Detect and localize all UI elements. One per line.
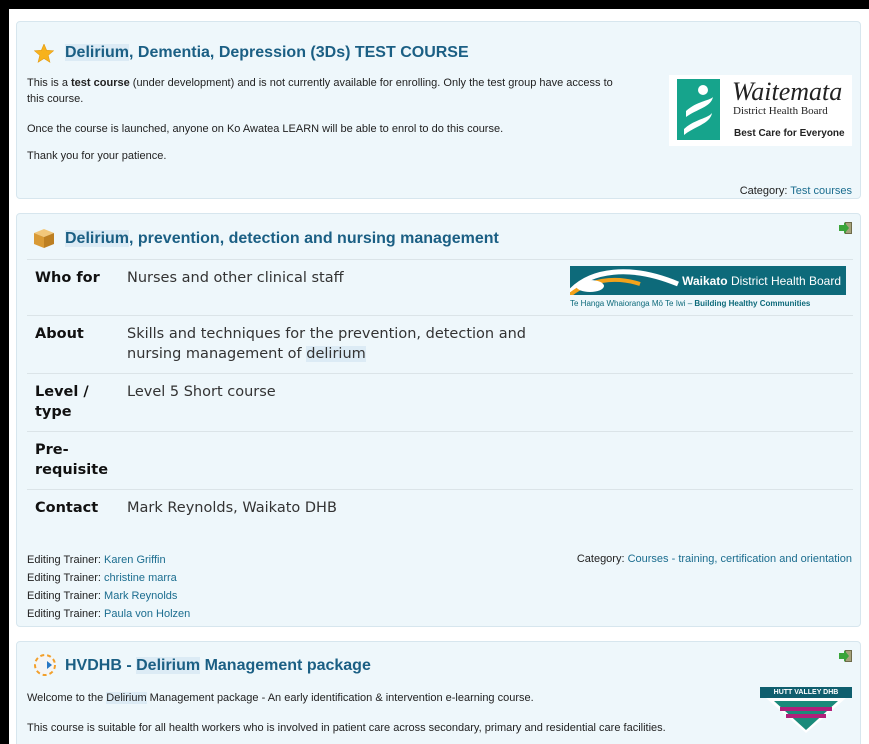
box-icon	[34, 229, 54, 248]
course-title-link[interactable]: Delirium, prevention, detection and nurs…	[65, 230, 499, 248]
course-category: Category: Courses - training, certificat…	[576, 553, 852, 565]
trainer-link[interactable]: Karen Griffin	[104, 554, 166, 566]
category-link[interactable]: Test courses	[790, 185, 852, 197]
course-summary-p1: This is a test course (under development…	[27, 77, 613, 105]
course-title-link[interactable]: HVDHB - Delirium Management package	[65, 657, 371, 675]
waitemata-logo-tagline: Best Care for Everyone	[734, 128, 845, 139]
trainer-item: Editing Trainer: christine marra	[27, 572, 177, 584]
info-value: Mark Reynolds, Waikato DHB	[119, 489, 853, 527]
info-label: Contact	[27, 489, 119, 527]
trainer-link[interactable]: christine marra	[104, 572, 177, 584]
trainer-item: Editing Trainer: Mark Reynolds	[27, 590, 178, 602]
info-label: Pre-requisite	[27, 431, 119, 490]
info-label: Who for	[27, 259, 119, 316]
hutt-valley-logo-name: HUTT VALLEY DHB	[773, 689, 839, 696]
info-label: Level / type	[27, 373, 119, 432]
info-row-about: About Skills and techniques for the prev…	[27, 315, 853, 374]
course-icon	[34, 654, 56, 676]
course-summary-p2: Once the course is launched, anyone on K…	[27, 123, 504, 135]
waitemata-logo-name: Waitemata	[732, 77, 843, 106]
trainer-item: Editing Trainer: Paula von Holzen	[27, 608, 191, 620]
course-summary-p2: This course is suitable for all health w…	[27, 722, 666, 734]
waitemata-logo-sub: District Health Board	[733, 105, 828, 117]
hutt-valley-logo: HUTT VALLEY DHB	[760, 687, 852, 733]
course-card-hvdhb: HVDHB - Delirium Management package Welc…	[16, 641, 861, 744]
waikato-logo: Waikato District Health Board Te Hanga W…	[570, 266, 846, 314]
info-row-level: Level / type Level 5 Short course	[27, 373, 853, 432]
course-card-delirium-prevention: Delirium, prevention, detection and nurs…	[16, 213, 861, 627]
course-card-3ds: Delirium, Dementia, Depression (3Ds) TES…	[16, 21, 861, 199]
waitemata-logo-mark	[677, 79, 720, 140]
waitemata-logo: Waitemata District Health Board Best Car…	[669, 75, 852, 146]
info-value	[119, 431, 853, 490]
category-link[interactable]: Courses - training, certification and or…	[628, 553, 852, 565]
info-row-prerequisite: Pre-requisite	[27, 431, 853, 490]
course-summary-p3: Thank you for your patience.	[27, 150, 167, 162]
trainer-item: Editing Trainer: Karen Griffin	[27, 554, 166, 566]
waikato-logo-banner: Waikato District Health Board	[570, 266, 846, 295]
info-row-contact: Contact Mark Reynolds, Waikato DHB	[27, 489, 853, 527]
enrol-icon[interactable]	[839, 222, 852, 234]
star-icon	[34, 44, 54, 63]
trainer-link[interactable]: Mark Reynolds	[104, 590, 177, 602]
info-label: About	[27, 315, 119, 374]
info-value: Level 5 Short course	[119, 373, 853, 432]
course-category: Category: Test courses	[739, 185, 852, 197]
info-value: Skills and techniques for the prevention…	[119, 315, 853, 374]
trainer-link[interactable]: Paula von Holzen	[104, 608, 190, 620]
enrol-icon[interactable]	[839, 650, 852, 662]
course-list: Delirium, Dementia, Depression (3Ds) TES…	[9, 9, 869, 744]
course-summary-p1: Welcome to the Delirium Management packa…	[27, 692, 534, 704]
course-title-link[interactable]: Delirium, Dementia, Depression (3Ds) TES…	[65, 44, 469, 62]
trainer-list: Editing Trainer: Karen Griffin Editing T…	[27, 551, 190, 623]
